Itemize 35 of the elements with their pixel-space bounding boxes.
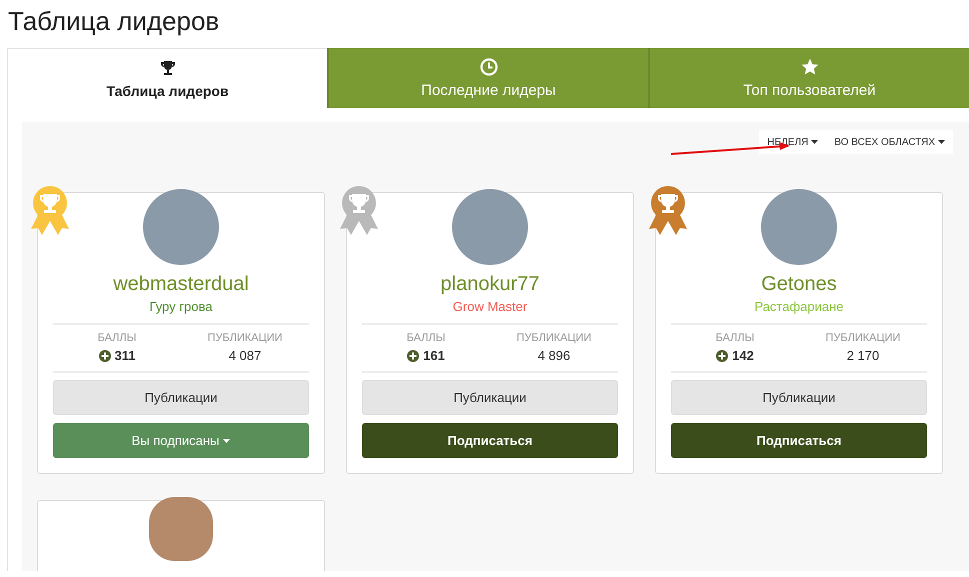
- trophy-icon: [158, 58, 176, 76]
- follow-button[interactable]: Подписаться: [671, 423, 927, 458]
- stat-label: ПУБЛИКАЦИИ: [516, 332, 592, 344]
- user-rank: Гуру грова: [150, 299, 212, 314]
- points-value: 142: [732, 348, 754, 363]
- stat-label: БАЛЛЫ: [406, 332, 446, 344]
- username[interactable]: Getones: [761, 273, 837, 296]
- posts-button[interactable]: Публикации: [53, 380, 309, 415]
- stat-label: БАЛЛЫ: [716, 332, 754, 344]
- page-title: Таблица лидеров: [7, 5, 220, 38]
- caret-icon: [811, 140, 818, 144]
- star-icon: [800, 58, 818, 76]
- user-rank: Растафариане: [754, 299, 844, 314]
- clock-icon: [480, 58, 498, 76]
- plus-circle-icon: [716, 350, 728, 362]
- avatar-placeholder: [149, 497, 213, 561]
- posts-value: 4 896: [538, 348, 570, 363]
- points-value: 161: [423, 348, 445, 363]
- plus-circle-icon: [98, 350, 110, 362]
- stat-label: ПУБЛИКАЦИИ: [826, 332, 900, 344]
- posts-button[interactable]: Публикации: [362, 380, 618, 415]
- user-rank: Grow Master: [452, 299, 528, 314]
- caret-icon: [223, 438, 230, 442]
- posts-value: 2 170: [846, 348, 880, 363]
- username[interactable]: webmasterdual: [113, 273, 249, 296]
- caret-icon: [938, 140, 945, 144]
- username[interactable]: planokur77: [440, 273, 540, 296]
- stat-label: БАЛЛЫ: [98, 332, 136, 344]
- posts-value: 4 087: [228, 348, 262, 363]
- stat-label: ПУБЛИКАЦИИ: [208, 332, 282, 344]
- posts-button[interactable]: Публикации: [671, 380, 927, 415]
- follow-button[interactable]: Вы подписаны: [53, 423, 309, 458]
- plus-circle-icon: [407, 350, 420, 362]
- follow-button[interactable]: Подписаться: [362, 423, 618, 458]
- points-value: 311: [114, 348, 136, 363]
